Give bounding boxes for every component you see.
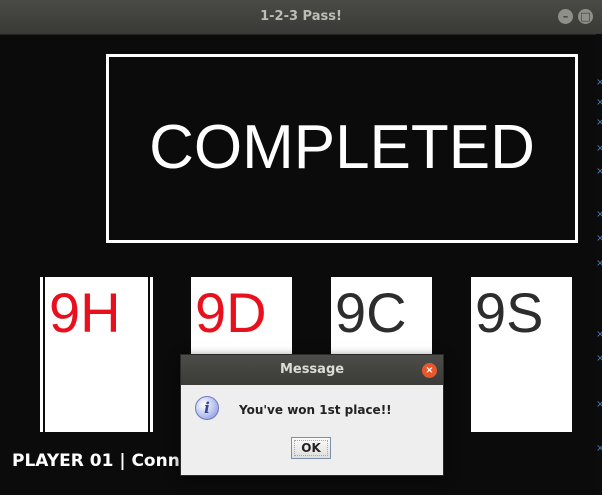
card-9h[interactable]: 9H (40, 277, 153, 432)
dialog-message: You've won 1st place!! (239, 403, 392, 417)
maximize-button[interactable]: □ (578, 9, 593, 24)
close-icon: × (596, 258, 602, 269)
dialog-close-button[interactable]: × (422, 363, 437, 378)
close-icon: × (596, 97, 602, 108)
window-title: 1-2-3 Pass! (260, 9, 342, 24)
game-status-box: COMPLETED (106, 54, 578, 243)
card-label: 9H (49, 281, 121, 344)
dialog-title: Message (181, 355, 443, 385)
ok-button[interactable]: OK (291, 437, 331, 459)
window-titlebar: 1-2-3 Pass! – □ (0, 0, 602, 35)
game-status-text: COMPLETED (149, 113, 535, 182)
minimize-button[interactable]: – (558, 9, 573, 24)
close-icon: × (596, 77, 602, 88)
close-icon: × (596, 329, 602, 340)
card-label: 9C (335, 281, 407, 344)
close-icon: × (596, 233, 602, 244)
close-icon: × (596, 209, 602, 220)
background-window-edge: × × × × × × × × × × × × (596, 34, 602, 495)
card-label: 9D (195, 281, 267, 344)
close-icon: × (596, 443, 602, 454)
card-label: 9S (475, 281, 544, 344)
close-icon: × (596, 353, 602, 364)
close-icon: × (596, 117, 602, 128)
message-dialog: Message × i You've won 1st place!! OK (180, 354, 444, 476)
close-icon: × (596, 143, 602, 154)
info-icon: i (195, 396, 219, 420)
card-9s[interactable]: 9S (471, 277, 572, 432)
close-icon: × (596, 166, 602, 177)
close-icon: × (596, 399, 602, 410)
